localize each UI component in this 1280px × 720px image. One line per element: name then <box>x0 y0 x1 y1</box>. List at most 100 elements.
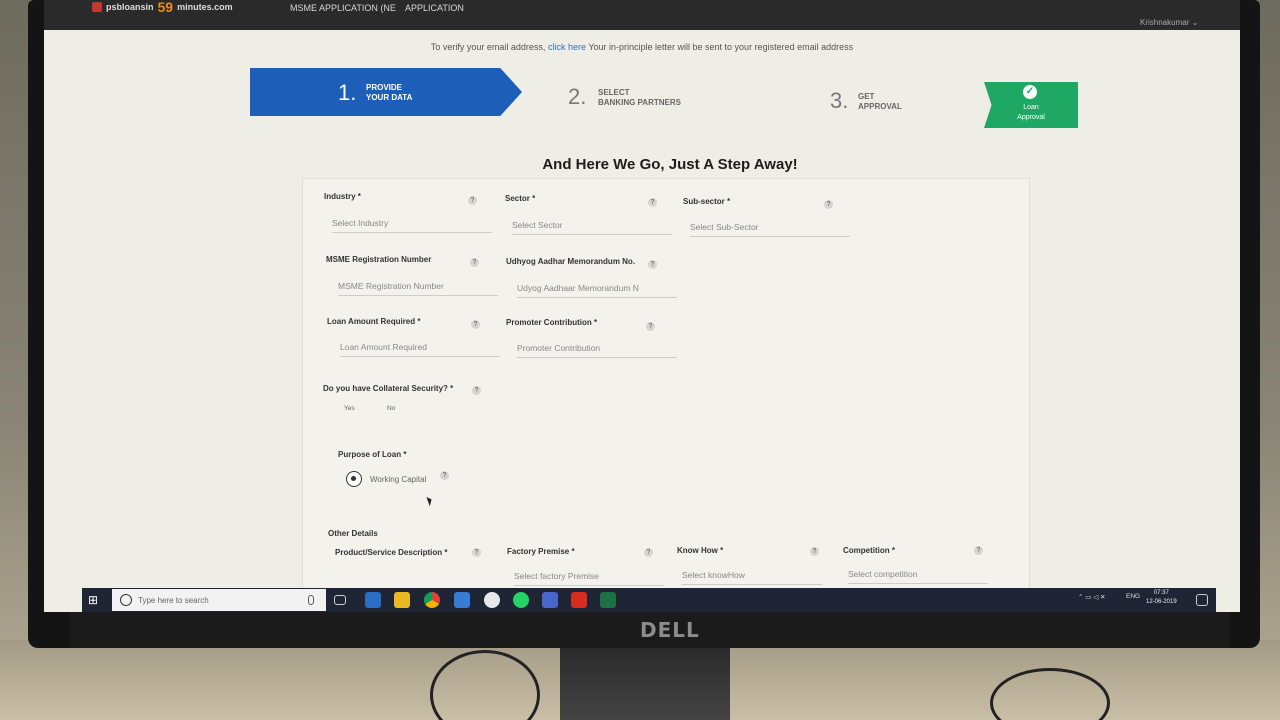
product-label: Product/Service Description * <box>335 548 448 557</box>
dell-logo: DELL <box>640 618 700 642</box>
notifications-icon[interactable] <box>1196 594 1208 606</box>
step-label-line1: PROVIDE <box>366 83 403 92</box>
msme-reg-label: MSME Registration Number <box>326 255 432 264</box>
help-icon[interactable]: ? <box>648 198 657 207</box>
step-number: 1. <box>338 80 357 105</box>
industry-select[interactable] <box>332 213 492 233</box>
microphone-icon[interactable] <box>308 595 314 605</box>
help-icon[interactable]: ? <box>644 548 653 557</box>
collateral-label: Do you have Collateral Security? * <box>323 384 454 393</box>
industry-label: Industry * <box>324 192 361 201</box>
check-icon: ✓ <box>1023 85 1037 99</box>
screen: psbloansin 59 minutes.com MSME APPLICATI… <box>44 0 1240 612</box>
excel-icon[interactable] <box>600 592 616 608</box>
user-name: Krishnakumar <box>1140 18 1190 27</box>
working-capital-radio[interactable] <box>346 471 362 487</box>
cortana-circle-icon <box>120 594 132 606</box>
app-icon[interactable] <box>484 592 500 608</box>
task-view-icon[interactable] <box>334 595 346 605</box>
subsector-label: Sub-sector * <box>683 197 731 206</box>
step-label-line2: BANKING PARTNERS <box>598 98 681 107</box>
knowhow-select[interactable] <box>682 565 822 585</box>
help-icon[interactable]: ? <box>810 547 819 556</box>
whatsapp-icon[interactable] <box>513 592 529 608</box>
step-get-approval[interactable]: 3. GET APPROVAL <box>830 88 930 118</box>
logo-number: 59 <box>157 0 174 15</box>
promoter-input[interactable] <box>517 338 677 358</box>
step-label-line2: APPROVAL <box>858 102 902 111</box>
nav-msme-application[interactable]: MSME APPLICATION (NE <box>290 3 396 13</box>
loan-amount-input[interactable] <box>340 337 500 357</box>
verify-click-here-link[interactable]: click here <box>548 42 586 52</box>
help-icon[interactable]: ? <box>648 260 657 269</box>
loan-approval-badge: ✓ Loan Approval <box>984 82 1078 128</box>
loan-amount-label: Loan Amount Required * <box>327 317 421 326</box>
approval-line2: Approval <box>1017 114 1045 121</box>
chevron-down-icon: ⌄ <box>1191 18 1199 27</box>
help-icon[interactable]: ? <box>440 471 449 480</box>
verify-prefix: To verify your email address, <box>430 42 546 52</box>
top-navbar: psbloansin 59 minutes.com MSME APPLICATI… <box>44 0 1240 30</box>
logo-suffix: minutes.com <box>177 2 233 12</box>
udyog-input[interactable] <box>517 278 677 298</box>
step-number: 2. <box>568 84 587 109</box>
sector-select[interactable] <box>512 215 672 235</box>
windows-taskbar: ⊞ Type here to search ⌃ ▭ ◁ ✕ ENG 07:37 … <box>82 588 1216 612</box>
edge-browser-icon[interactable] <box>365 592 381 608</box>
tray-icons[interactable]: ⌃ ▭ ◁ ✕ <box>1078 593 1105 601</box>
verify-email-banner: To verify your email address, click here… <box>44 42 1240 52</box>
monitor-stand <box>560 648 730 720</box>
step-select-banking[interactable]: 2. SELECT BANKING PARTNERS <box>568 84 708 114</box>
help-icon[interactable]: ? <box>470 258 479 267</box>
working-capital-label: Working Capital <box>370 475 427 484</box>
step-number: 3. <box>830 88 849 113</box>
step-label: PROVIDE YOUR DATA <box>366 83 456 103</box>
loan-form-card <box>302 178 1030 612</box>
step-label-line1: GET <box>858 92 875 101</box>
taskbar-clock[interactable]: 07:37 12-06-2019 <box>1146 589 1177 607</box>
clock-time: 07:37 <box>1153 590 1169 596</box>
help-icon[interactable]: ? <box>646 322 655 331</box>
nav-application[interactable]: APPLICATION <box>405 3 464 13</box>
msme-reg-input[interactable] <box>338 276 498 296</box>
logo-mark-icon <box>92 2 102 12</box>
factory-label: Factory Premise * <box>507 547 575 556</box>
collateral-no-option[interactable]: No <box>387 405 395 412</box>
help-icon[interactable]: ? <box>472 548 481 557</box>
knowhow-label: Know How * <box>677 546 724 555</box>
help-icon[interactable]: ? <box>472 386 481 395</box>
help-icon[interactable]: ? <box>468 196 477 205</box>
promoter-label: Promoter Contribution * <box>506 318 598 327</box>
collateral-yes-option[interactable]: Yes <box>344 405 355 412</box>
step-label: SELECT BANKING PARTNERS <box>598 88 688 108</box>
form-title: And Here We Go, Just A Step Away! <box>542 156 798 173</box>
chrome-icon[interactable] <box>424 592 440 608</box>
input-language[interactable]: ENG <box>1126 593 1140 600</box>
store-icon[interactable] <box>454 592 470 608</box>
step-label-line2: YOUR DATA <box>366 93 413 102</box>
verify-suffix: Your in-principle letter will be sent to… <box>588 42 854 52</box>
competition-select[interactable] <box>848 564 988 584</box>
user-menu[interactable]: Krishnakumar ⌄ <box>1140 18 1198 27</box>
step-provide-data[interactable]: 1. PROVIDE YOUR DATA <box>250 68 522 116</box>
taskbar-search-box[interactable]: Type here to search <box>112 589 326 611</box>
help-icon[interactable]: ? <box>974 546 983 555</box>
udyog-label: Udhyog Aadhar Memorandum No. <box>506 257 636 266</box>
subsector-select[interactable] <box>690 217 850 237</box>
acrobat-icon[interactable] <box>571 592 587 608</box>
step-label: GET APPROVAL <box>858 92 948 112</box>
logo-text: psbloansin <box>106 2 154 12</box>
approval-line1: Loan <box>1023 104 1039 111</box>
factory-select[interactable] <box>514 566 664 586</box>
app-icon[interactable] <box>542 592 558 608</box>
site-logo[interactable]: psbloansin 59 minutes.com <box>92 0 233 14</box>
other-details-heading: Other Details <box>328 529 378 538</box>
sector-label: Sector * <box>505 194 536 203</box>
taskbar-search-placeholder: Type here to search <box>138 596 209 605</box>
help-icon[interactable]: ? <box>824 200 833 209</box>
help-icon[interactable]: ? <box>471 320 480 329</box>
file-explorer-icon[interactable] <box>394 592 410 608</box>
windows-start-icon[interactable]: ⊞ <box>88 593 102 607</box>
competition-label: Competition * <box>843 546 895 555</box>
step-label-line1: SELECT <box>598 88 630 97</box>
